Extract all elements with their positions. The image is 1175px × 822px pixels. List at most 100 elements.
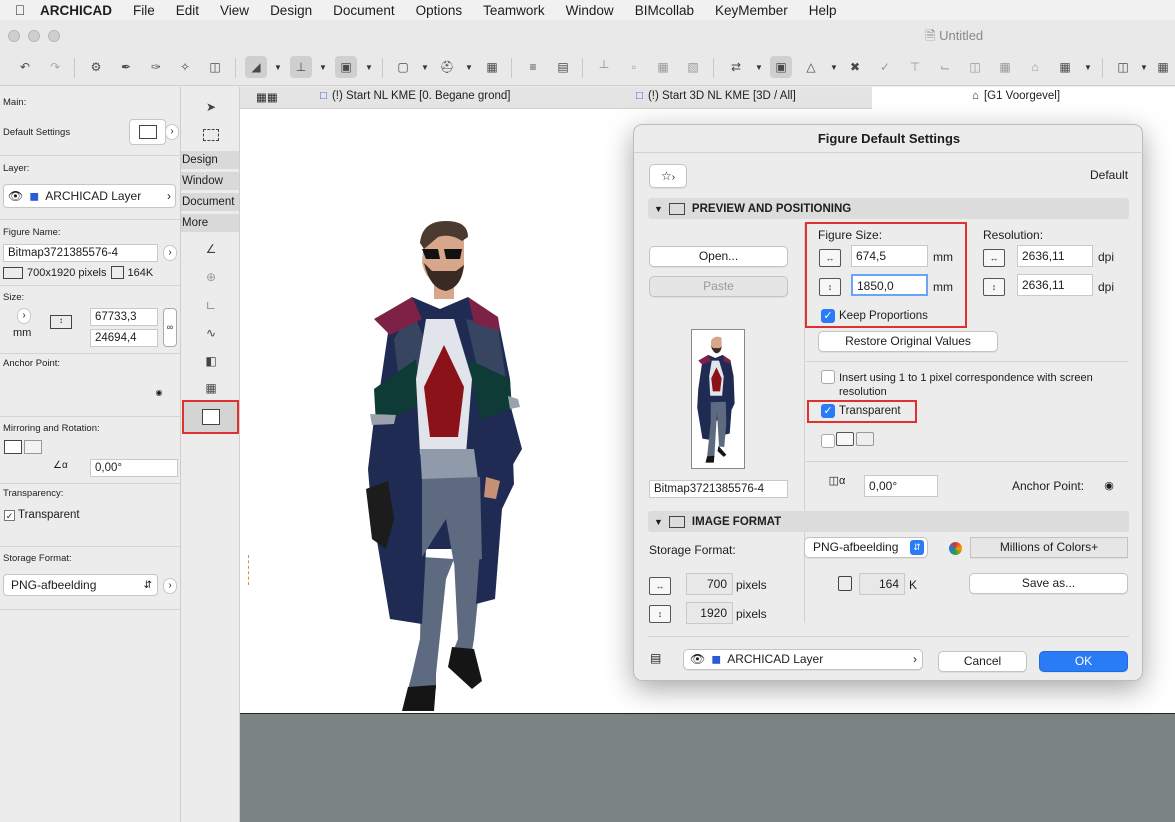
chevron-down-icon[interactable]: ▼ — [274, 63, 282, 72]
label-icon[interactable]: ▦ — [652, 56, 674, 78]
figure-height-field[interactable]: 1850,0 — [851, 274, 928, 296]
explode-icon[interactable]: ▦ — [994, 56, 1016, 78]
magic-wand-icon[interactable]: ✧ — [174, 56, 196, 78]
restore-original-values-button[interactable]: Restore Original Values — [818, 331, 998, 352]
size-chevron[interactable]: › — [17, 308, 31, 324]
chevron-down-icon[interactable]: ▼ — [1140, 63, 1148, 72]
roof-icon[interactable]: ⌂ — [1024, 56, 1046, 78]
figure-settings-button[interactable] — [129, 119, 166, 145]
dimension-icon[interactable]: ┴ — [593, 56, 615, 78]
mirror-icon[interactable] — [4, 440, 22, 454]
transparent-checkbox-dialog[interactable]: ✓ — [821, 404, 835, 418]
dialog-anchor-point-icon[interactable]: ◉ — [1092, 469, 1126, 503]
figure-name-chevron[interactable]: › — [163, 245, 177, 261]
tab-3d[interactable]: □ (!) Start 3D NL KME [3D / All] — [636, 90, 796, 102]
worksheet-tool-icon[interactable]: ▦ — [200, 377, 222, 399]
figure-name-field[interactable]: Bitmap3721385576-4 — [3, 244, 158, 262]
menu-options[interactable]: Options — [416, 3, 463, 18]
open-button[interactable]: Open... — [649, 246, 788, 267]
group-icon[interactable]: ▦ — [1054, 56, 1076, 78]
angle-dimension-tool-icon[interactable]: ∠ — [200, 238, 222, 260]
resolution-y-field[interactable]: 2636,11 — [1017, 274, 1093, 296]
elevation-icon[interactable]: ▫ — [623, 56, 645, 78]
chevron-down-icon[interactable]: ▼ — [1084, 63, 1092, 72]
cancel-button[interactable]: Cancel — [938, 651, 1027, 672]
storage-format-select-dialog[interactable]: PNG-afbeelding ⇵ — [804, 537, 928, 558]
apple-icon[interactable]:  — [0, 2, 40, 18]
paste-button[interactable]: Paste — [649, 276, 788, 297]
text-icon[interactable]: ▧ — [682, 56, 704, 78]
shape-icon[interactable]: △ — [800, 56, 822, 78]
figure-width-field[interactable]: 674,5 — [851, 245, 928, 267]
spline-tool-icon[interactable]: ∿ — [200, 322, 222, 344]
zoom-window-button[interactable] — [48, 30, 60, 42]
undo-icon[interactable]: ↶ — [14, 56, 36, 78]
elevation-dimension-tool-icon[interactable]: ∟ — [200, 294, 222, 316]
guide-lines-icon[interactable]: ◢ — [245, 56, 267, 78]
relative-construction-icon[interactable]: ▣ — [335, 56, 357, 78]
resolution-x-field[interactable]: 2636,11 — [1017, 245, 1093, 267]
syringe-icon[interactable]: ✑ — [145, 56, 167, 78]
menu-keymember[interactable]: KeyMember — [715, 3, 788, 18]
arrow-tool-icon[interactable]: ➤ — [200, 96, 222, 118]
storage-chevron[interactable]: › — [163, 578, 177, 594]
adjust-icon[interactable]: ✓ — [874, 56, 896, 78]
mirror-icon[interactable]: ⇄ — [725, 56, 747, 78]
menu-app[interactable]: ARCHICAD — [40, 3, 112, 18]
fillet-icon[interactable]: ⌙ — [934, 56, 956, 78]
menu-file[interactable]: File — [133, 3, 155, 18]
menu-edit[interactable]: Edit — [176, 3, 199, 18]
size-height-field[interactable]: 24694,4 — [90, 329, 158, 347]
ok-button[interactable]: OK — [1039, 651, 1128, 672]
chevron-down-icon[interactable]: ▼ — [830, 63, 838, 72]
3d-view-icon[interactable]: ◫ — [1112, 56, 1134, 78]
find-select-icon[interactable]: ⚙ — [85, 56, 107, 78]
dialog-layer-select[interactable]: 👁 ◼ ARCHICAD Layer › — [683, 649, 923, 670]
menu-bimcollab[interactable]: BIMcollab — [635, 3, 694, 18]
storage-format-select[interactable]: PNG-afbeelding ⇵ — [3, 574, 158, 596]
intersect-icon[interactable]: ⊤ — [904, 56, 926, 78]
tab-elevation[interactable]: ⌂ [G1 Voorgevel] — [972, 90, 1060, 102]
menu-window[interactable]: Window — [566, 3, 614, 18]
keep-proportions-checkbox[interactable]: ✓ — [821, 309, 835, 323]
pen-set-icon[interactable]: ▤ — [552, 56, 574, 78]
suspend-groups-icon[interactable]: ◫ — [204, 56, 226, 78]
minimize-window-button[interactable] — [28, 30, 40, 42]
anchor-point-icon[interactable]: ◉ — [144, 378, 174, 408]
eyedropper-icon[interactable]: ✒ — [115, 56, 137, 78]
preview-positioning-header[interactable]: ▼ PREVIEW AND POSITIONING — [648, 198, 1129, 219]
lock-icon[interactable]: ⛑ — [436, 56, 458, 78]
rotation-angle-field[interactable]: 0,00° — [90, 459, 178, 477]
layer-select[interactable]: 👁 ◼ ARCHICAD Layer › — [3, 184, 176, 208]
marquee-tool-icon[interactable] — [200, 124, 222, 146]
menu-teamwork[interactable]: Teamwork — [483, 3, 545, 18]
menu-help[interactable]: Help — [809, 3, 837, 18]
toolbox-section-window[interactable]: Window — [181, 172, 239, 191]
favorites-button[interactable]: ☆› — [649, 164, 687, 188]
tab-floor-plan[interactable]: □ (!) Start NL KME [0. Begane grond] — [320, 90, 511, 102]
chevron-down-icon[interactable]: ▼ — [319, 63, 327, 72]
image-format-header[interactable]: ▼ IMAGE FORMAT — [648, 511, 1129, 532]
offset-icon[interactable]: ◫ — [964, 56, 986, 78]
mirror-checkbox[interactable] — [821, 434, 835, 448]
settings-chevron[interactable]: › — [165, 124, 179, 140]
transparent-checkbox[interactable]: ✓ — [4, 510, 15, 521]
chevron-down-icon[interactable]: ▼ — [755, 63, 763, 72]
dialog-figure-name-field[interactable]: Bitmap3721385576-4 — [649, 480, 788, 498]
scale-icon[interactable]: ▦ — [481, 56, 503, 78]
layers-icon[interactable]: ≡ — [522, 56, 544, 78]
toolbox-section-more[interactable]: More — [181, 214, 239, 233]
save-as-button[interactable]: Save as... — [969, 573, 1128, 594]
toolbox-section-document[interactable]: Document — [181, 193, 239, 212]
split-icon[interactable]: ✖ — [844, 56, 866, 78]
chevron-down-icon[interactable]: ▼ — [365, 63, 373, 72]
level-dimension-tool-icon[interactable]: ⊕ — [200, 266, 222, 288]
menu-view[interactable]: View — [220, 3, 249, 18]
link-proportions-icon[interactable]: ∞ — [163, 308, 177, 347]
snap-guides-icon[interactable]: ⊥ — [290, 56, 312, 78]
redo-icon[interactable]: ↷ — [44, 56, 66, 78]
tab-layout-icon[interactable]: ▦▦ — [256, 90, 278, 104]
grid-snap-icon[interactable]: ▢ — [392, 56, 414, 78]
pixel-correspondence-checkbox[interactable] — [821, 370, 835, 384]
chevron-down-icon[interactable]: ▼ — [421, 63, 429, 72]
